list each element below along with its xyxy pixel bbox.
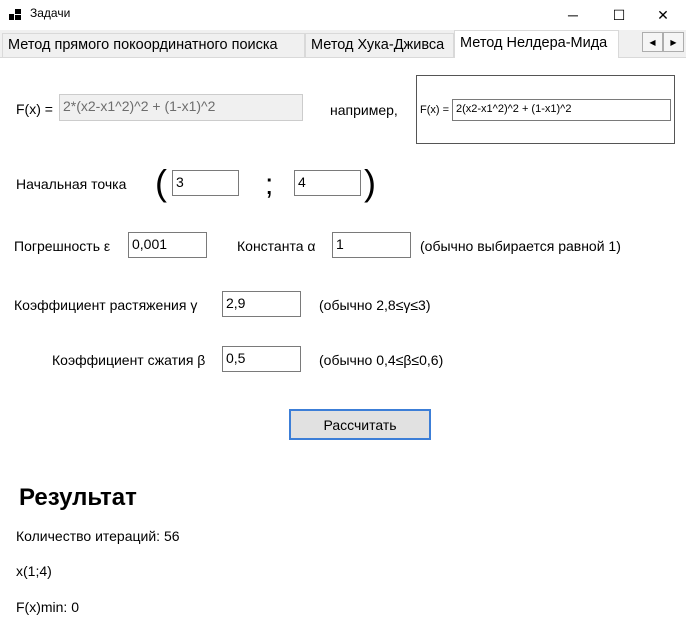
open-paren: (: [155, 162, 167, 203]
window-title: Задачи: [30, 6, 71, 20]
calculate-button[interactable]: Рассчитать: [289, 409, 431, 440]
alpha-input[interactable]: 1: [332, 232, 411, 258]
example-fx-label: F(x) =: [420, 104, 450, 116]
tab-nelder-mead[interactable]: Метод Нелдера-Мида: [454, 30, 619, 58]
gamma-hint: (обычно 2,8≤γ≤3): [319, 297, 431, 313]
app-icon: [9, 9, 21, 20]
close-paren: ): [364, 162, 376, 203]
x2-input[interactable]: 4: [294, 170, 361, 196]
result-point: x(1;4): [16, 563, 52, 579]
error-input[interactable]: 0,001: [128, 232, 207, 258]
title-bar: Задачи ─ ☐ ✕: [0, 0, 686, 30]
iterations-count: Количество итераций: 56: [16, 528, 180, 544]
start-point-label: Начальная точка: [16, 176, 127, 192]
chevron-right-icon: ▶: [670, 37, 677, 47]
close-button[interactable]: ✕: [640, 0, 686, 30]
error-label: Погрешность ε: [14, 238, 111, 254]
maximize-button[interactable]: ☐: [596, 0, 642, 30]
beta-hint: (обычно 0,4≤β≤0,6): [319, 352, 444, 368]
alpha-hint: (обычно выбирается равной 1): [420, 238, 621, 254]
result-title: Результат: [19, 484, 137, 511]
tab-scroll-right-button[interactable]: ▶: [663, 32, 684, 52]
tab-scroll-left-button[interactable]: ◀: [642, 32, 663, 52]
gamma-label: Коэффициент растяжения γ: [14, 297, 198, 313]
result-fmin: F(x)min: 0: [16, 599, 79, 615]
chevron-left-icon: ◀: [649, 37, 656, 47]
tab-coordinate-search[interactable]: Метод прямого покоординатного поиска: [2, 33, 305, 57]
beta-input[interactable]: 0,5: [222, 346, 301, 372]
x1-input[interactable]: 3: [172, 170, 239, 196]
alpha-label: Константа α: [237, 238, 316, 254]
fx-label: F(x) =: [16, 101, 53, 117]
minimize-button[interactable]: ─: [550, 0, 596, 30]
tab-hooke-jeeves[interactable]: Метод Хука-Дживса: [305, 33, 454, 57]
separator: ;: [265, 168, 274, 201]
example-label: например,: [330, 102, 398, 118]
beta-label: Коэффициент сжатия β: [52, 352, 206, 368]
gamma-input[interactable]: 2,9: [222, 291, 301, 317]
fx-input[interactable]: 2*(x2-x1^2)^2 + (1-x1)^2: [59, 94, 303, 121]
example-fx-input: 2(x2-x1^2)^2 + (1-x1)^2: [452, 99, 671, 121]
